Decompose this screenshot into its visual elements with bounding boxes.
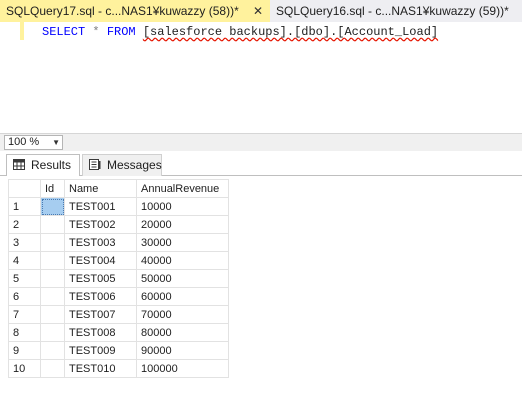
cell-id[interactable] [40,251,65,270]
cell-name[interactable]: TEST009 [64,341,137,360]
cell-annualrevenue[interactable]: 60000 [136,287,229,306]
row-number[interactable]: 8 [8,323,41,342]
cell-id[interactable] [40,359,65,378]
row-number[interactable]: 4 [8,251,41,270]
cell-name[interactable]: TEST001 [64,197,137,216]
cell-annualrevenue[interactable]: 50000 [136,269,229,288]
table-row: 9 TEST009 90000 [8,341,229,360]
operator-star: * [92,25,100,39]
results-pane: Results Messages Id Name AnnualRevenue 1… [0,151,522,416]
table-row: 6 TEST006 60000 [8,287,229,306]
row-number[interactable]: 9 [8,341,41,360]
cell-id[interactable] [40,287,65,306]
cell-annualrevenue[interactable]: 100000 [136,359,229,378]
tab-sqlquery17-label: SQLQuery17.sql - c...NAS1¥kuwazzy (58))* [6,4,239,18]
cell-name[interactable]: TEST007 [64,305,137,324]
tab-results[interactable]: Results [6,154,80,176]
column-header-annualrevenue[interactable]: AnnualRevenue [136,179,229,198]
row-number[interactable]: 3 [8,233,41,252]
cell-id[interactable] [40,215,65,234]
grid-icon [13,159,25,170]
cell-annualrevenue[interactable]: 70000 [136,305,229,324]
row-number[interactable]: 1 [8,197,41,216]
results-tab-strip: Results Messages [0,151,522,176]
cell-name[interactable]: TEST005 [64,269,137,288]
document-tab-bar: SQLQuery17.sql - c...NAS1¥kuwazzy (58))*… [0,0,522,22]
cell-id[interactable] [40,341,65,360]
column-header-name[interactable]: Name [64,179,137,198]
cell-id[interactable] [40,269,65,288]
column-header-id[interactable]: Id [40,179,65,198]
cell-name[interactable]: TEST004 [64,251,137,270]
query-editor[interactable]: SELECT * FROM [salesforce backups].[dbo]… [0,22,522,133]
tab-sqlquery16[interactable]: SQLQuery16.sql - c...NAS1¥kuwazzy (59))* [270,0,522,22]
table-row: 1 TEST001 10000 [8,197,229,216]
code-line-1: SELECT * FROM [salesforce backups].[dbo]… [42,25,438,39]
tab-sqlquery17[interactable]: SQLQuery17.sql - c...NAS1¥kuwazzy (58))*… [0,0,270,22]
table-row: 8 TEST008 80000 [8,323,229,342]
cell-id[interactable] [40,233,65,252]
row-number[interactable]: 5 [8,269,41,288]
table-row: 5 TEST005 50000 [8,269,229,288]
table-reference: [salesforce backups].[dbo].[Account_Load… [142,25,439,39]
cell-annualrevenue[interactable]: 20000 [136,215,229,234]
row-number[interactable]: 10 [8,359,41,378]
table-row: 10 TEST010 100000 [8,359,229,378]
tab-sqlquery16-label: SQLQuery16.sql - c...NAS1¥kuwazzy (59))* [276,4,509,18]
cell-id[interactable] [40,323,65,342]
zoom-dropdown[interactable]: 100 % ▼ [4,135,63,150]
row-number-header[interactable] [8,179,41,198]
row-number[interactable]: 2 [8,215,41,234]
cell-id[interactable] [40,197,65,216]
cell-name[interactable]: TEST006 [64,287,137,306]
cell-annualrevenue[interactable]: 40000 [136,251,229,270]
dropdown-arrow-icon: ▼ [52,138,60,147]
cell-name[interactable]: TEST003 [64,233,137,252]
editor-status-bar: 100 % ▼ [0,133,522,151]
keyword-from: FROM [106,25,136,39]
table-row: 7 TEST007 70000 [8,305,229,324]
change-marker [20,22,24,40]
row-number[interactable]: 7 [8,305,41,324]
tab-messages[interactable]: Messages [82,154,162,176]
table-row: 4 TEST004 40000 [8,251,229,270]
results-grid[interactable]: Id Name AnnualRevenue 1 TEST001 10000 2 … [8,179,229,378]
cell-annualrevenue[interactable]: 30000 [136,233,229,252]
tab-messages-label: Messages [107,158,162,172]
table-row: 3 TEST003 30000 [8,233,229,252]
keyword-select: SELECT [42,25,86,39]
tab-results-label: Results [31,158,72,172]
messages-icon [89,159,101,170]
cell-name[interactable]: TEST008 [64,323,137,342]
cell-annualrevenue[interactable]: 90000 [136,341,229,360]
grid-header-row: Id Name AnnualRevenue [8,179,229,198]
zoom-value: 100 % [8,136,40,148]
cell-annualrevenue[interactable]: 80000 [136,323,229,342]
cell-annualrevenue[interactable]: 10000 [136,197,229,216]
cell-name[interactable]: TEST002 [64,215,137,234]
row-number[interactable]: 6 [8,287,41,306]
cell-name[interactable]: TEST010 [64,359,137,378]
close-icon[interactable]: ✕ [253,0,263,22]
cell-id[interactable] [40,305,65,324]
table-row: 2 TEST002 20000 [8,215,229,234]
